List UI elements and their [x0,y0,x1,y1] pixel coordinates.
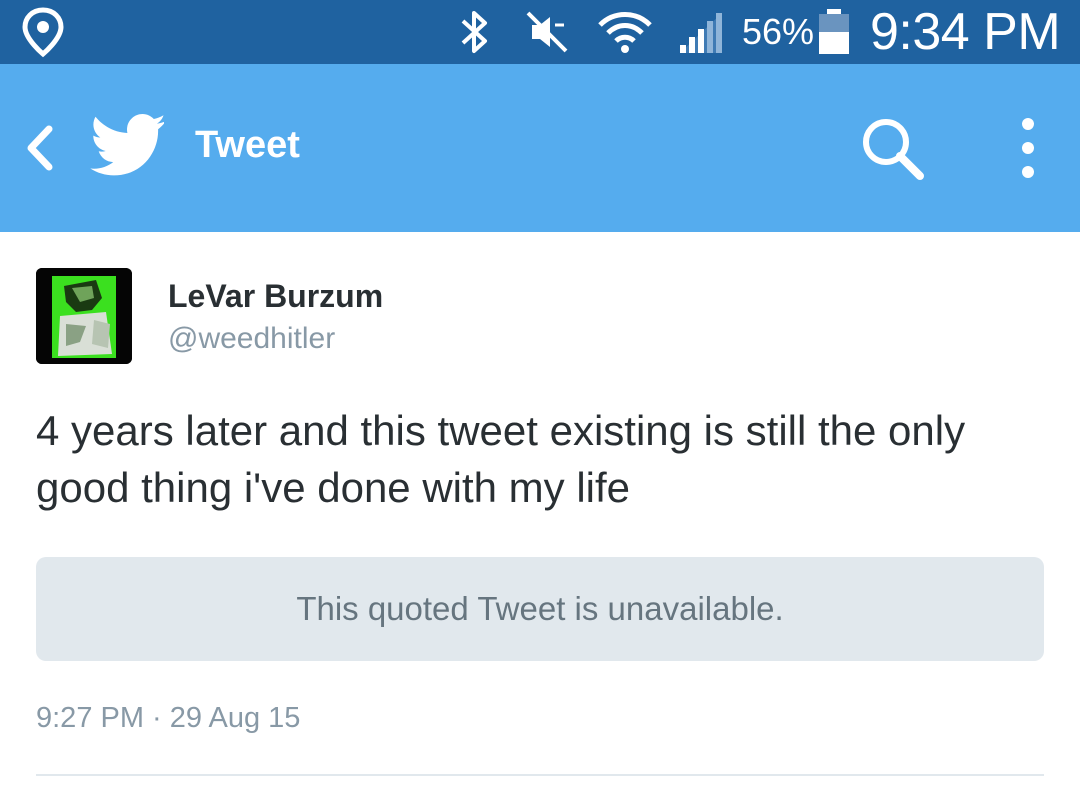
tweet-text: 4 years later and this tweet existing is… [36,407,966,511]
search-icon [863,119,924,180]
avatar[interactable] [36,268,132,364]
tweet-detail: LeVar Burzum @weedhitler 4 years later a… [0,232,1080,787]
back-button[interactable] [14,118,66,178]
quoted-tweet-placeholder: This quoted Tweet is unavailable. [36,557,1044,661]
overflow-menu-button[interactable] [1010,114,1046,184]
quoted-tweet-text: This quoted Tweet is unavailable. [296,590,784,627]
display-name[interactable]: LeVar Burzum [168,278,383,315]
mute-icon [522,0,572,64]
tweet-timestamp: 9:27 PM · 29 Aug 15 [36,702,301,734]
divider [36,774,1044,776]
status-bar: 56% 9:34 PM [0,0,1080,64]
search-button[interactable] [858,114,928,184]
app-bar: Tweet [0,64,1080,232]
page-title: Tweet [195,124,300,166]
twitter-bird-icon [90,114,164,176]
overflow-menu-icon [1022,118,1034,178]
clock: 9:34 PM [870,3,1061,61]
wifi-icon [596,0,654,64]
back-icon [27,125,53,171]
battery-percent: 56% [742,11,815,52]
location-icon [20,0,66,64]
battery-icon [816,0,852,64]
signal-icon [676,0,726,64]
bluetooth-icon [455,0,495,64]
user-handle[interactable]: @weedhitler [168,322,335,356]
